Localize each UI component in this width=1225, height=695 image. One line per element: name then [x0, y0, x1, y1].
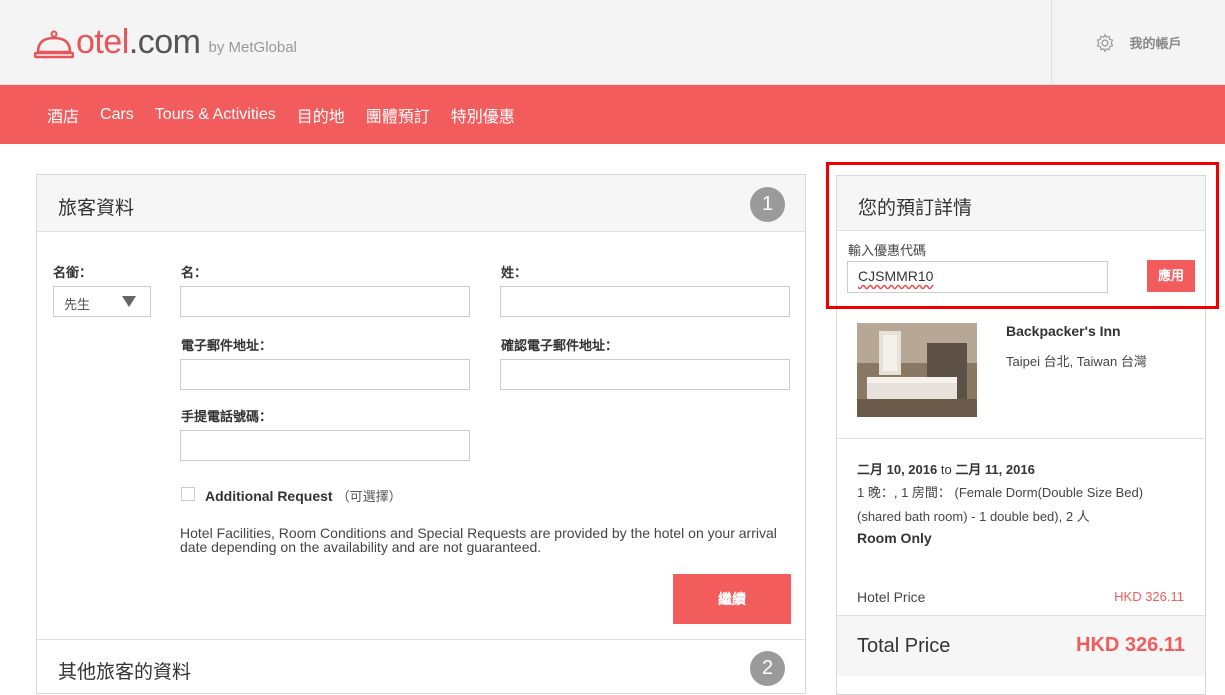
other-guests-title: 其他旅客的資料 [58, 662, 192, 683]
booking-divider [837, 438, 1205, 439]
main-nav: 酒店 Cars Tours & Activities 目的地 團體預訂 特別優惠 [0, 85, 1225, 144]
step-badge: 1 [750, 187, 785, 222]
mobile-field[interactable] [180, 430, 470, 461]
logo-byline: by MetGlobal [208, 39, 297, 56]
site-header: otel.com by MetGlobal 我的帳戶 [0, 0, 1225, 85]
nav-group-booking[interactable]: 團體預訂 [366, 103, 430, 127]
nav-destinations[interactable]: 目的地 [297, 103, 345, 127]
account-button[interactable]: 我的帳戶 [1051, 0, 1225, 85]
mobile-label: 手提電話號碼： [181, 409, 273, 424]
stay-dates: 二月 10, 2016 to 二月 11, 2016 [857, 462, 1035, 477]
confirm-email-field[interactable] [500, 359, 790, 390]
site-logo[interactable]: otel.com by MetGlobal [34, 18, 297, 62]
guest-details-panel: 旅客資料 1 名銜： 先生 名： 姓： 電子郵件地址： 確認電子郵件地址： 手提… [36, 174, 806, 694]
last-name-field[interactable] [500, 286, 790, 317]
dropdown-arrow-icon [122, 296, 136, 307]
nav-special-offers[interactable]: 特別優惠 [451, 103, 515, 127]
panel-title: 旅客資料 [58, 198, 135, 219]
room-info: 1 晚：, 1 房間： (Female Dorm(Double Size Bed… [857, 485, 1144, 524]
booking-title: 您的預訂詳情 [858, 198, 973, 219]
total-price-label: Total Price [857, 635, 951, 657]
continue-button[interactable]: 繼續 [673, 574, 791, 624]
hotel-location: Taipei 台北, Taiwan 台灣 [1006, 354, 1147, 369]
first-name-label: 名： [181, 265, 208, 280]
account-label: 我的帳戶 [1129, 36, 1182, 51]
hotel-price-row: Hotel Price HKD 326.11 [857, 589, 1184, 605]
step-badge-2: 2 [750, 651, 785, 686]
total-price-value: HKD 326.11 [1076, 634, 1185, 656]
email-field[interactable] [180, 359, 470, 390]
hotel-notice: Hotel Facilities, Room Conditions and Sp… [180, 525, 777, 555]
salutation-select[interactable]: 先生 [53, 286, 151, 317]
booking-details-header: 您的預訂詳情 [837, 176, 1205, 231]
hotel-price-value: HKD 326.11 [1114, 589, 1184, 604]
email-label: 電子郵件地址： [181, 338, 273, 353]
salutation-label: 名銜： [53, 265, 93, 280]
nav-cars[interactable]: Cars [100, 106, 134, 124]
promo-code-field[interactable]: CJSMMR10 [847, 261, 1108, 293]
hotel-room-image [857, 323, 977, 417]
confirm-email-label: 確認電子郵件地址： [501, 338, 619, 353]
hotel-price-label: Hotel Price [857, 589, 926, 605]
board-type: Room Only [857, 530, 932, 546]
total-price-row: Total Price HKD 326.11 [837, 616, 1205, 676]
guest-details-header: 旅客資料 1 [37, 175, 805, 232]
additional-request-checkbox[interactable] [181, 487, 195, 501]
last-name-label: 姓： [501, 265, 528, 280]
nav-hotels[interactable]: 酒店 [47, 103, 79, 127]
hotel-thumbnail[interactable] [857, 323, 977, 417]
hotel-name[interactable]: Backpacker's Inn [1006, 323, 1121, 339]
section-divider [37, 639, 805, 640]
additional-request-label[interactable]: Additional Request （可選擇） [205, 486, 402, 505]
apply-promo-button[interactable]: 應用 [1147, 260, 1195, 292]
logo-text: otel.com [76, 23, 201, 61]
booking-details-panel: 您的預訂詳情 輸入優惠代碼 CJSMMR10 應用 Backpacker's I… [836, 175, 1206, 695]
promo-code-label: 輸入優惠代碼 [848, 243, 927, 258]
first-name-field[interactable] [180, 286, 470, 317]
bell-icon [34, 30, 74, 59]
gear-icon [1097, 32, 1114, 53]
nav-tours[interactable]: Tours & Activities [155, 106, 276, 124]
salutation-value: 先生 [64, 297, 91, 312]
